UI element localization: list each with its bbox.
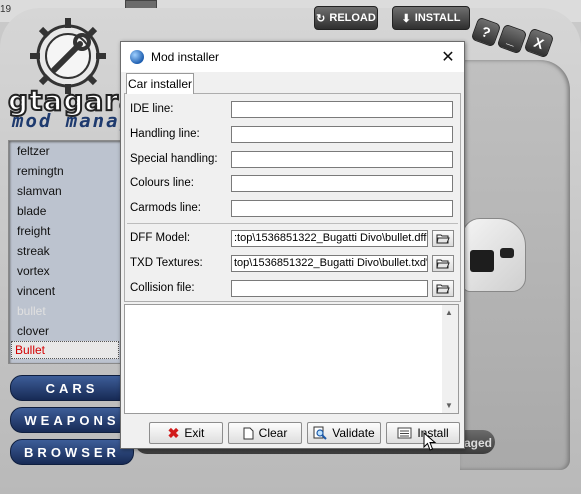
car-grille: [470, 250, 494, 272]
collision-file-label: Collision file:: [130, 282, 195, 294]
clear-button[interactable]: Clear: [228, 422, 302, 444]
car-installer-panel: IDE line: Handling line: Special handlin…: [124, 93, 461, 302]
folder-icon: [436, 259, 450, 269]
exit-button[interactable]: ✖ Exit: [149, 422, 223, 444]
txd-textures-label: TXD Textures:: [130, 257, 203, 269]
reload-icon: ↻: [316, 12, 326, 25]
list-item[interactable]: vincent: [9, 281, 121, 301]
validate-button[interactable]: Validate: [307, 422, 381, 444]
handling-label: Handling line:: [130, 128, 200, 140]
list-item-selected[interactable]: Bullet: [11, 341, 119, 359]
cars-nav-button[interactable]: CARS: [10, 375, 134, 401]
ide-line-input[interactable]: [231, 101, 453, 118]
globe-icon: [130, 50, 144, 64]
list-item[interactable]: clover: [9, 321, 121, 341]
special-handling-input[interactable]: [231, 151, 453, 168]
dialog-titlebar[interactable]: Mod installer ✕: [121, 42, 464, 72]
list-icon: [397, 427, 412, 439]
scroll-down-icon[interactable]: ▼: [445, 401, 453, 410]
exit-label: Exit: [184, 426, 205, 440]
install-top-button[interactable]: ⬇ INSTALL: [392, 6, 470, 30]
clear-label: Clear: [258, 426, 288, 440]
download-icon: ⬇: [401, 12, 411, 25]
scroll-up-icon[interactable]: ▲: [445, 308, 453, 317]
txd-textures-field[interactable]: top\1536851322_Bugatti Divo\bullet.txd": [231, 255, 428, 272]
browser-nav-button[interactable]: BROWSER: [10, 439, 134, 465]
dff-model-field[interactable]: :top\1536851322_Bugatti Divo\bullet.dff"…: [231, 230, 428, 247]
dff-browse-button[interactable]: [432, 230, 454, 247]
car-headlight: [500, 248, 514, 258]
red-x-icon: ✖: [167, 424, 180, 441]
txd-browse-button[interactable]: [432, 255, 454, 272]
collision-file-field[interactable]: [231, 280, 428, 297]
special-handling-label: Special handling:: [130, 153, 218, 165]
list-item[interactable]: streak: [9, 241, 121, 261]
dialog-title: Mod installer: [151, 50, 220, 64]
install-top-label: INSTALL: [414, 12, 461, 24]
weapons-nav-button[interactable]: WEAPONS: [10, 407, 134, 433]
reload-button[interactable]: ↻ RELOAD: [314, 6, 378, 30]
log-textarea[interactable]: ▲ ▼: [124, 304, 459, 414]
magnifier-icon: [313, 426, 327, 440]
reload-label: RELOAD: [329, 12, 376, 24]
list-item[interactable]: remingtn: [9, 161, 121, 181]
carmods-line-input[interactable]: [231, 200, 453, 217]
collision-browse-button[interactable]: [432, 280, 454, 297]
carmods-label: Carmods line:: [130, 202, 201, 214]
list-item[interactable]: freight: [9, 221, 121, 241]
list-item[interactable]: bullet: [9, 301, 121, 321]
dff-model-label: DFF Model:: [130, 232, 191, 244]
list-item[interactable]: vortex: [9, 261, 121, 281]
blank-page-icon: [243, 427, 254, 439]
mod-installer-dialog: Mod installer ✕ Car installer IDE line: …: [120, 41, 465, 449]
top-number: 19: [0, 4, 12, 15]
folder-icon: [436, 234, 450, 244]
tab-car-installer[interactable]: Car installer: [126, 73, 194, 94]
mouse-cursor-icon: [423, 432, 437, 451]
colours-label: Colours line:: [130, 177, 194, 189]
validate-label: Validate: [332, 426, 375, 440]
close-icon[interactable]: ✕: [437, 46, 459, 68]
list-item[interactable]: feltzer: [9, 141, 121, 161]
handling-line-input[interactable]: [231, 126, 453, 143]
list-item[interactable]: blade: [9, 201, 121, 221]
divider: [127, 223, 458, 224]
list-item[interactable]: slamvan: [9, 181, 121, 201]
vertical-scrollbar[interactable]: ▲ ▼: [442, 305, 458, 413]
colours-line-input[interactable]: [231, 175, 453, 192]
folder-icon: [436, 284, 450, 294]
car-list[interactable]: feltzer remingtn slamvan blade freight s…: [8, 140, 122, 364]
ide-label: IDE line:: [130, 103, 174, 115]
